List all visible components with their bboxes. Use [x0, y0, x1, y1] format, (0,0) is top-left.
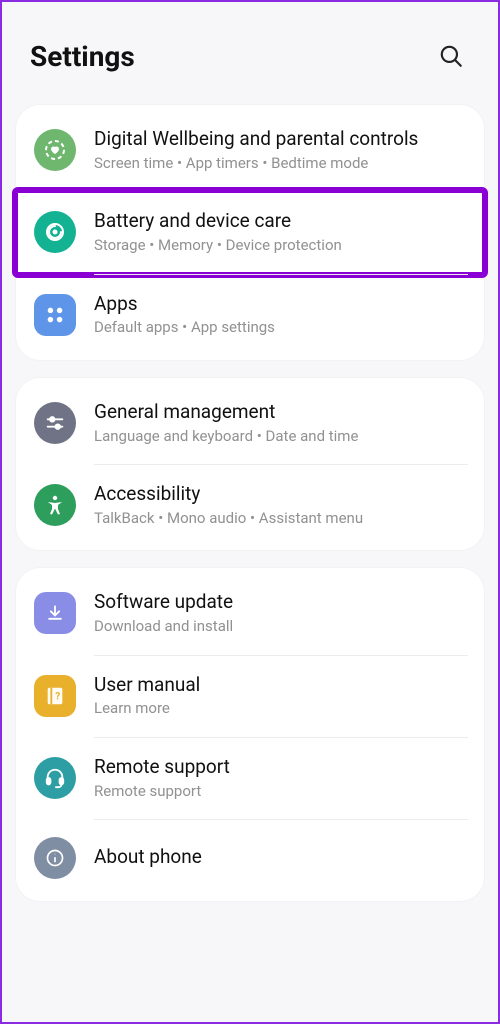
item-subtitle: Screen time • App timers • Bedtime mode	[94, 154, 466, 174]
item-title: User manual	[94, 673, 466, 697]
devicecare-icon	[34, 211, 76, 253]
settings-item-apps[interactable]: Apps Default apps • App settings	[16, 274, 484, 356]
usermanual-icon: ?	[34, 675, 76, 717]
item-text: Remote support Remote support	[94, 755, 466, 801]
wellbeing-icon	[34, 129, 76, 171]
item-title: Apps	[94, 292, 466, 316]
item-subtitle: Download and install	[94, 617, 466, 637]
item-text: About phone	[94, 845, 466, 872]
search-button[interactable]	[432, 37, 470, 75]
accessibility-icon	[34, 484, 76, 526]
settings-item-remotesupport[interactable]: Remote support Remote support	[16, 737, 484, 819]
aboutphone-icon	[34, 837, 76, 879]
settings-item-aboutphone[interactable]: About phone	[16, 819, 484, 897]
item-title: Software update	[94, 590, 466, 614]
item-title: Digital Wellbeing and parental controls	[94, 127, 466, 151]
page-title: Settings	[30, 40, 135, 73]
apps-icon	[34, 294, 76, 336]
item-text: Software update Download and install	[94, 590, 466, 636]
settings-item-general[interactable]: General management Language and keyboard…	[16, 382, 484, 464]
item-text: Accessibility TalkBack • Mono audio • As…	[94, 482, 466, 528]
settings-group: Digital Wellbeing and parental controls …	[16, 105, 484, 360]
settings-group: Software update Download and install ? U…	[16, 568, 484, 901]
item-title: Accessibility	[94, 482, 466, 506]
general-icon	[34, 402, 76, 444]
settings-group: General management Language and keyboard…	[16, 378, 484, 551]
item-title: Remote support	[94, 755, 466, 779]
item-subtitle: Learn more	[94, 699, 466, 719]
item-title: About phone	[94, 845, 466, 869]
item-text: General management Language and keyboard…	[94, 400, 466, 446]
item-title: General management	[94, 400, 466, 424]
search-icon	[438, 43, 464, 69]
item-subtitle: TalkBack • Mono audio • Assistant menu	[94, 509, 466, 529]
softwareupdate-icon	[34, 592, 76, 634]
remotesupport-icon	[34, 757, 76, 799]
item-text: Apps Default apps • App settings	[94, 292, 466, 338]
settings-item-usermanual[interactable]: ? User manual Learn more	[16, 655, 484, 737]
settings-item-softwareupdate[interactable]: Software update Download and install	[16, 572, 484, 654]
svg-text:?: ?	[55, 691, 60, 702]
item-title: Battery and device care	[94, 209, 466, 233]
item-subtitle: Language and keyboard • Date and time	[94, 427, 466, 447]
settings-item-wellbeing[interactable]: Digital Wellbeing and parental controls …	[16, 109, 484, 191]
item-subtitle: Remote support	[94, 782, 466, 802]
settings-item-devicecare[interactable]: Battery and device care Storage • Memory…	[16, 191, 484, 273]
item-subtitle: Default apps • App settings	[94, 318, 466, 338]
item-subtitle: Storage • Memory • Device protection	[94, 236, 466, 256]
item-text: Digital Wellbeing and parental controls …	[94, 127, 466, 173]
settings-item-accessibility[interactable]: Accessibility TalkBack • Mono audio • As…	[16, 464, 484, 546]
item-text: User manual Learn more	[94, 673, 466, 719]
settings-header: Settings	[10, 2, 490, 105]
item-text: Battery and device care Storage • Memory…	[94, 209, 466, 255]
